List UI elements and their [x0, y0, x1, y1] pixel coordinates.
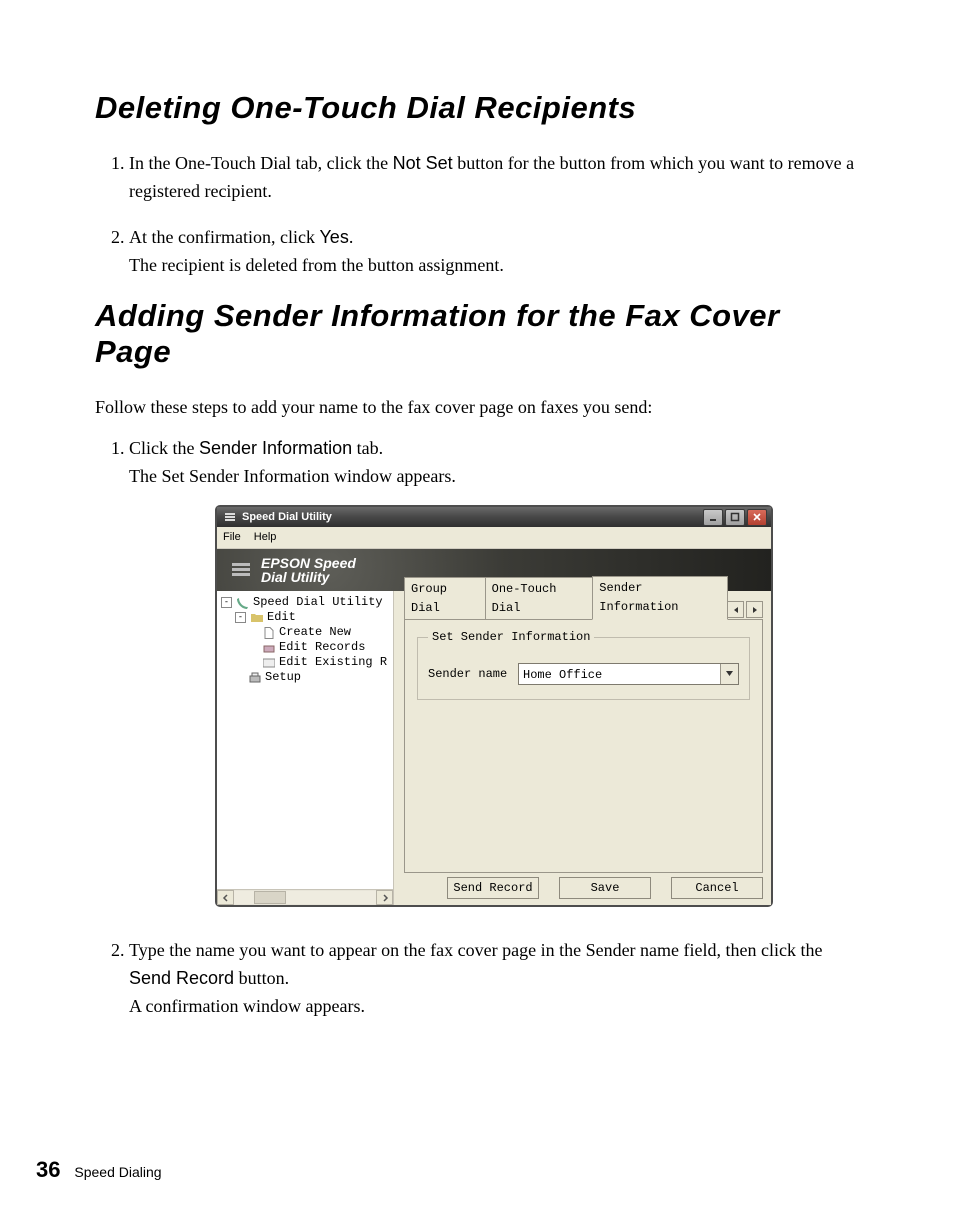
- step-2-2-result: A confirmation window appears.: [129, 993, 859, 1021]
- tree-edit-label: Edit: [267, 610, 296, 625]
- send-record-button[interactable]: Send Record: [447, 877, 539, 899]
- bold-sender-info: Sender Information: [199, 438, 352, 458]
- tab-panel: Set Sender Information Sender name Home …: [404, 619, 763, 873]
- cancel-button[interactable]: Cancel: [671, 877, 763, 899]
- tree-edit-records[interactable]: Edit Records: [221, 640, 391, 655]
- app-icon: [223, 510, 237, 524]
- text: Type the name you want to appear on the …: [129, 940, 822, 960]
- content-pane: Group Dial One-Touch Dial Sender Informa…: [394, 591, 771, 905]
- group-legend: Set Sender Information: [428, 628, 594, 647]
- tree-root-label: Speed Dial Utility: [253, 595, 383, 610]
- save-button[interactable]: Save: [559, 877, 651, 899]
- tree-edit-existing[interactable]: Edit Existing R: [221, 655, 391, 670]
- text: In the One-Touch Dial tab, click the: [129, 153, 393, 173]
- titlebar: Speed Dial Utility: [217, 507, 771, 527]
- printer-icon: [248, 672, 262, 684]
- phone-icon: [236, 597, 250, 609]
- tree-create-new[interactable]: Create New: [221, 625, 391, 640]
- sender-name-label: Sender name: [428, 665, 518, 684]
- menu-help[interactable]: Help: [254, 531, 277, 543]
- page-number: 36: [36, 1157, 60, 1182]
- text: Click the: [129, 438, 199, 458]
- folder-icon: [250, 612, 264, 624]
- document-icon: [262, 627, 276, 639]
- tree-pane: -Speed Dial Utility -Edit Create New Edi…: [217, 591, 394, 905]
- steps-list-1: In the One-Touch Dial tab, click the Not…: [95, 150, 859, 280]
- heading-delete-recipients: Deleting One-Touch Dial Recipients: [95, 90, 859, 126]
- maximize-button[interactable]: [725, 509, 745, 526]
- steps-list-2: Click the Sender Information tab. The Se…: [95, 435, 859, 1021]
- text: .: [349, 227, 354, 247]
- intro-text: Follow these steps to add your name to t…: [95, 394, 859, 422]
- tab-scroll-right-icon[interactable]: [746, 601, 763, 618]
- tree-records-label: Edit Records: [279, 640, 365, 655]
- scroll-right-icon[interactable]: [376, 890, 393, 905]
- footer-chapter: Speed Dialing: [74, 1164, 161, 1180]
- tab-sender-information[interactable]: Sender Information: [592, 576, 728, 620]
- set-sender-info-group: Set Sender Information Sender name Home …: [417, 628, 750, 700]
- records-icon: [262, 642, 276, 654]
- minimize-button[interactable]: [703, 509, 723, 526]
- banner-line2: Dial Utility: [261, 570, 356, 584]
- text: button.: [234, 968, 289, 988]
- tree-create-label: Create New: [279, 625, 351, 640]
- heading-adding-sender-info: Adding Sender Information for the Fax Co…: [95, 298, 859, 370]
- step-2-2: Type the name you want to appear on the …: [129, 937, 859, 1021]
- app-window: Speed Dial Utility File Help EPSON Speed…: [215, 505, 773, 907]
- bold-send-record: Send Record: [129, 968, 234, 988]
- scroll-left-icon[interactable]: [217, 890, 234, 905]
- close-button[interactable]: [747, 509, 767, 526]
- tree-hscrollbar[interactable]: [217, 889, 393, 905]
- tab-strip: Group Dial One-Touch Dial Sender Informa…: [404, 599, 763, 619]
- menu-file[interactable]: File: [223, 531, 241, 543]
- card-icon: [262, 657, 276, 669]
- tree-root[interactable]: -Speed Dial Utility: [221, 595, 391, 610]
- text: tab.: [352, 438, 383, 458]
- step-1-2-result: The recipient is deleted from the button…: [129, 252, 859, 280]
- tree-setup-label: Setup: [265, 670, 301, 685]
- tree-setup[interactable]: Setup: [221, 670, 391, 685]
- bold-yes: Yes: [319, 227, 348, 247]
- step-2-1: Click the Sender Information tab. The Se…: [129, 435, 859, 907]
- dropdown-icon[interactable]: [720, 664, 738, 684]
- tab-one-touch-dial[interactable]: One-Touch Dial: [485, 577, 594, 620]
- step-2-1-result: The Set Sender Information window appear…: [129, 463, 859, 491]
- page-footer: 36 Speed Dialing: [36, 1157, 162, 1183]
- tab-scroll-left-icon[interactable]: [727, 601, 744, 618]
- menu-bar: File Help: [217, 527, 771, 549]
- bold-not-set: Not Set: [393, 153, 453, 173]
- banner-line1: EPSON Speed: [261, 556, 356, 570]
- sender-name-combo[interactable]: Home Office: [518, 663, 739, 685]
- tab-group-dial[interactable]: Group Dial: [404, 577, 486, 620]
- step-1-2: At the confirmation, click Yes. The reci…: [129, 224, 859, 280]
- banner-logo-icon: [227, 556, 255, 584]
- sender-name-value[interactable]: Home Office: [519, 664, 720, 684]
- tree-edit[interactable]: -Edit: [221, 610, 391, 625]
- tree-existing-label: Edit Existing R: [279, 655, 387, 670]
- step-1-1: In the One-Touch Dial tab, click the Not…: [129, 150, 859, 206]
- window-title: Speed Dial Utility: [242, 509, 332, 526]
- text: At the confirmation, click: [129, 227, 319, 247]
